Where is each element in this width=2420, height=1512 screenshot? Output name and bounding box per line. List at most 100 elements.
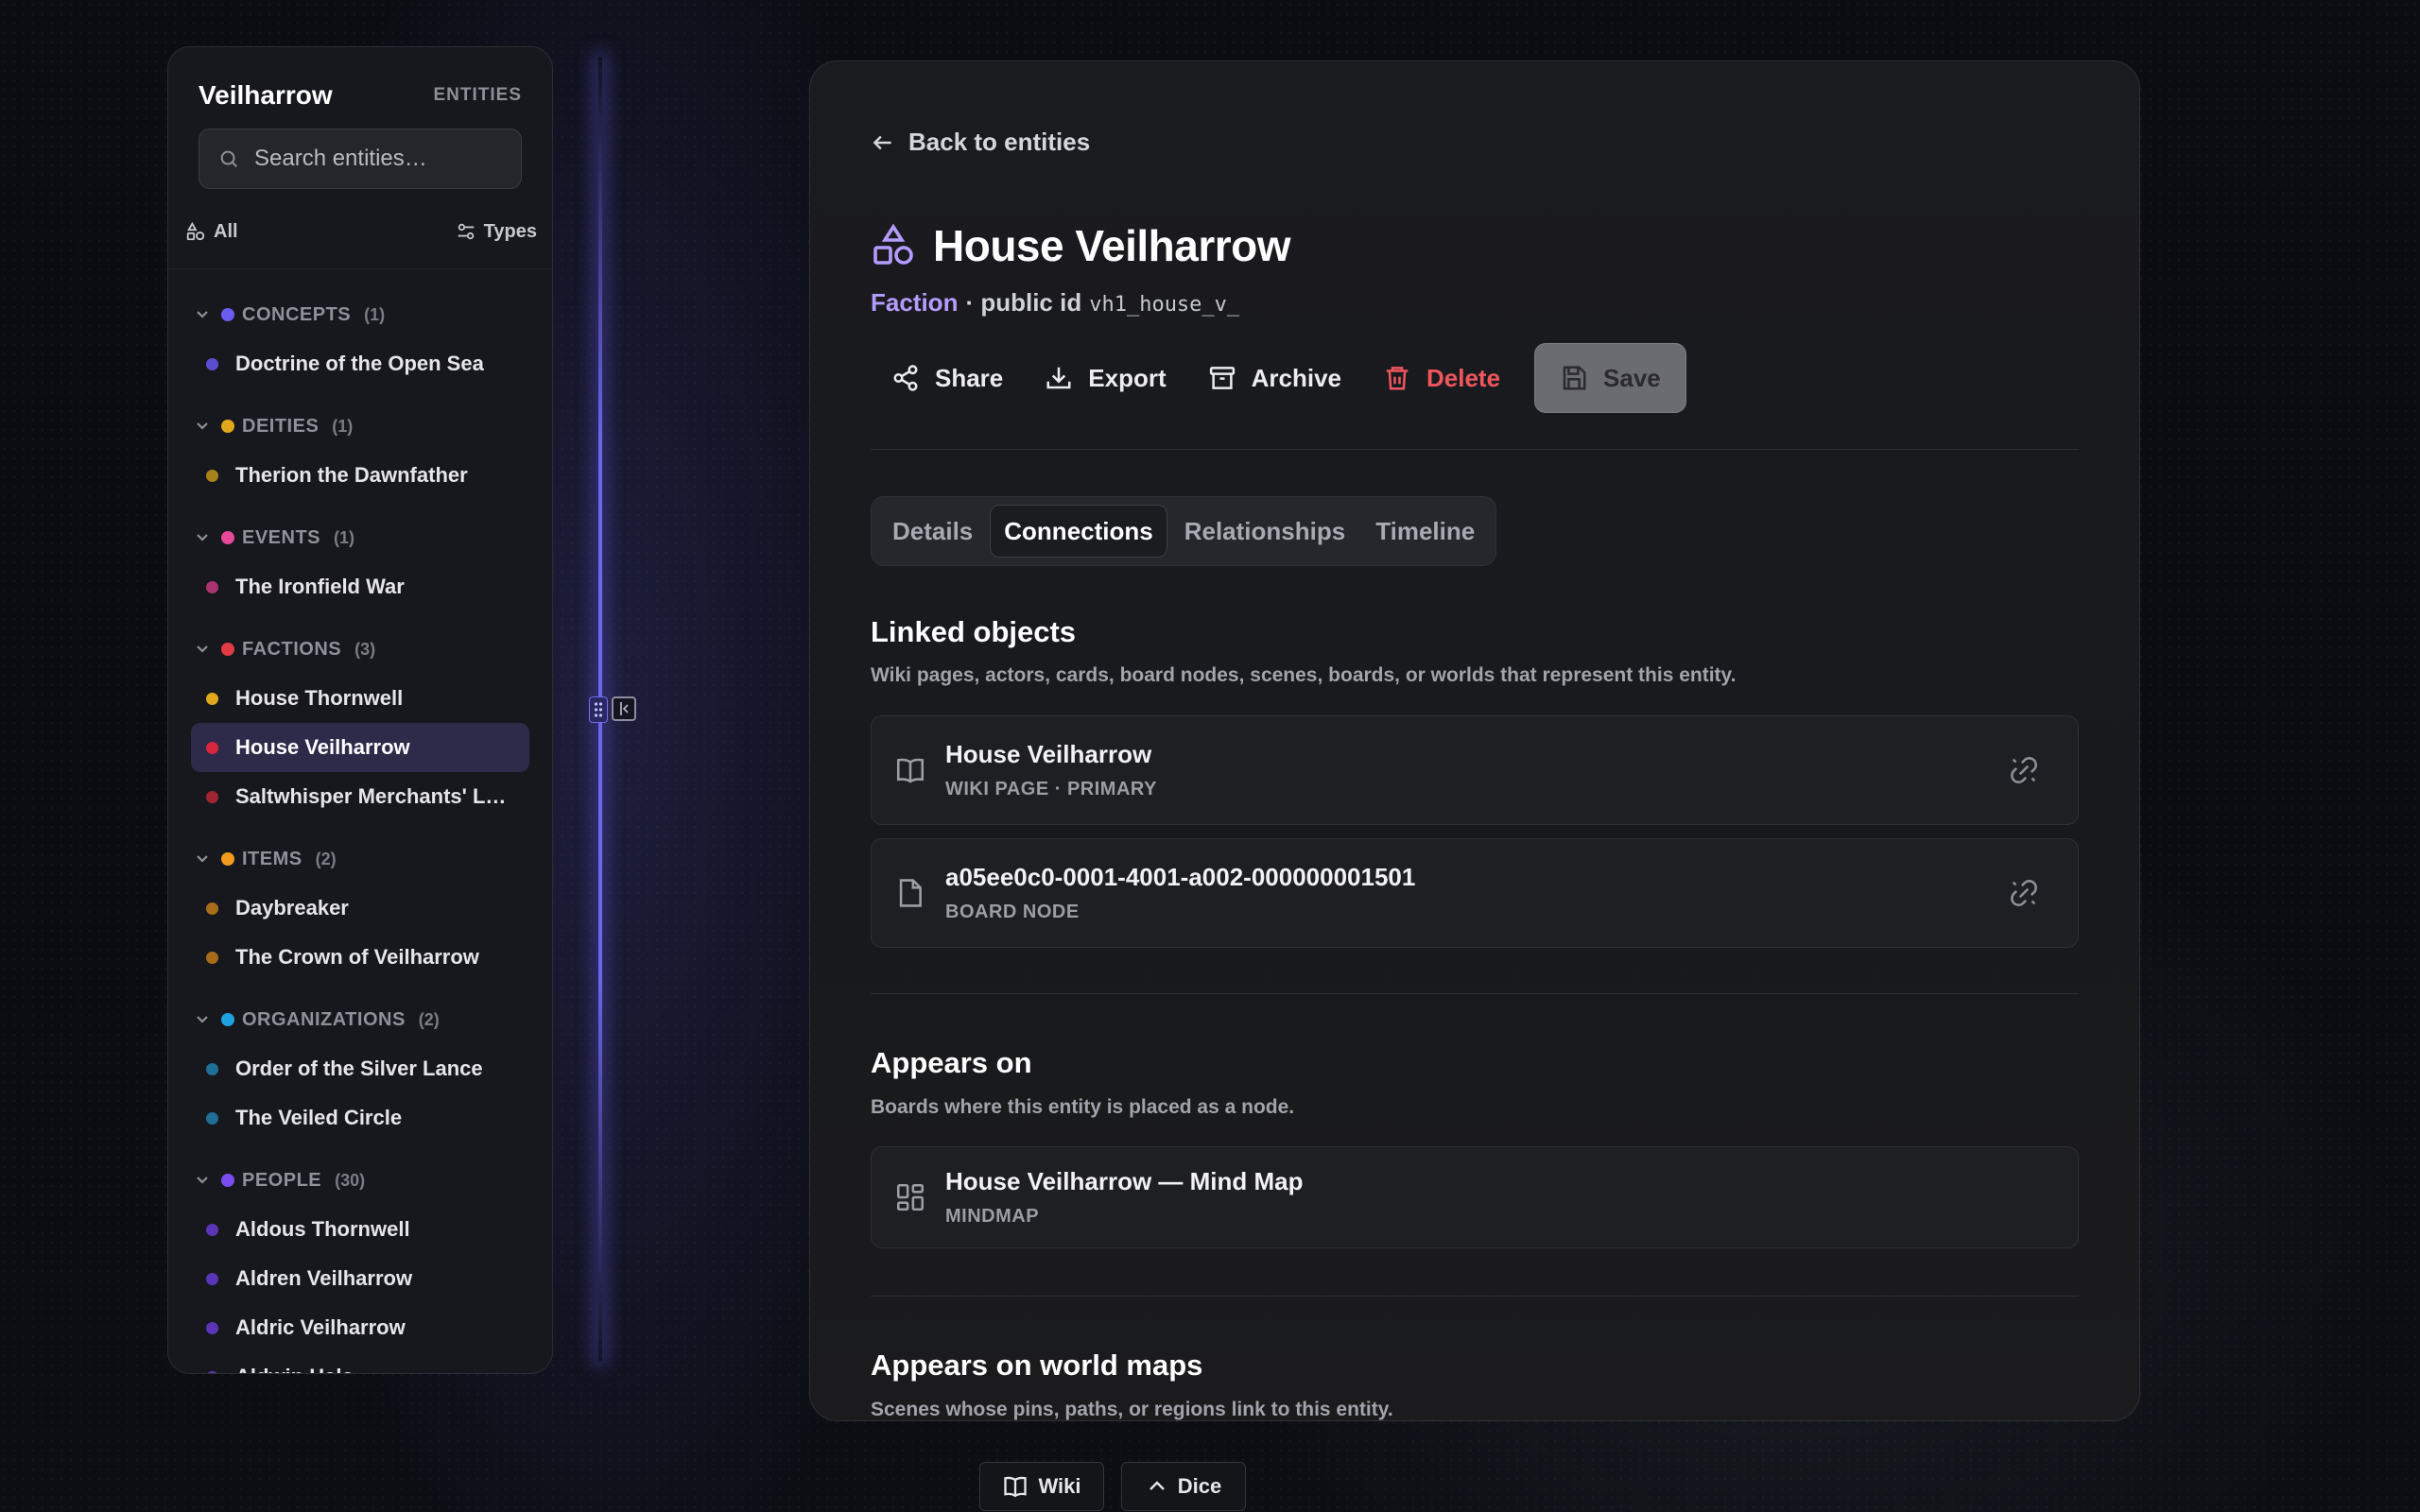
group-deities[interactable]: DEITIES (1) — [168, 402, 552, 451]
share-button[interactable]: Share — [871, 343, 1024, 413]
entity-meta: Faction · public id vh1_house_v_ — [871, 288, 1239, 318]
entity-tabs: Details Connections Relationships Timeli… — [871, 496, 1497, 566]
unlink-icon[interactable] — [2008, 754, 2040, 786]
delete-button[interactable]: Delete — [1362, 343, 1521, 413]
back-to-entities-link[interactable]: Back to entities — [871, 128, 1090, 157]
sidebar-item-label: The Veiled Circle — [235, 1106, 403, 1129]
dice-dock-button[interactable]: Dice — [1121, 1462, 1246, 1511]
group-organizations[interactable]: ORGANIZATIONS (2) — [168, 995, 552, 1044]
grip-dots-icon[interactable] — [589, 696, 608, 723]
entity-type-label[interactable]: Faction — [871, 288, 958, 318]
book-icon — [896, 758, 925, 783]
sidebar-item-order-of-the-silver-lance[interactable]: Order of the Silver Lance — [191, 1044, 529, 1093]
entity-sidebar: Veilharrow ENTITIES All Types CONCEPTS (… — [167, 46, 553, 1374]
action-toolbar: Share Export Archive Delete Save — [871, 343, 1686, 413]
arrow-left-icon — [873, 135, 891, 149]
book-open-icon — [1004, 1476, 1028, 1498]
group-people[interactable]: PEOPLE (30) — [168, 1156, 552, 1205]
sidebar-item-daybreaker[interactable]: Daybreaker — [191, 884, 529, 933]
sidebar-item-label: The Ironfield War — [235, 575, 405, 598]
export-button[interactable]: Export — [1024, 343, 1186, 413]
sidebar-item-aldwin-hale[interactable]: Aldwin Hale — [191, 1352, 529, 1373]
group-color-dot — [221, 308, 234, 321]
sidebar-item-saltwhisper-merchants-league[interactable]: Saltwhisper Merchants' League — [191, 772, 529, 821]
page-title: House Veilharrow — [933, 221, 1291, 270]
sidebar-item-aldous-thornwell[interactable]: Aldous Thornwell — [191, 1205, 529, 1254]
chevron-down-icon — [197, 1016, 208, 1023]
group-color-dot — [221, 1013, 234, 1026]
entity-color-dot — [206, 1272, 218, 1285]
sidebar-item-house-thornwell[interactable]: House Thornwell — [191, 674, 529, 723]
group-items[interactable]: ITEMS (2) — [168, 834, 552, 884]
sidebar-item-aldren-veilharrow[interactable]: Aldren Veilharrow — [191, 1254, 529, 1303]
sidebar-item-label: The Crown of Veilharrow — [235, 945, 479, 969]
search-icon — [220, 150, 237, 167]
sidebar-item-label: Aldren Veilharrow — [235, 1266, 413, 1290]
tab-timeline[interactable]: Timeline — [1362, 505, 1488, 558]
tab-details[interactable]: Details — [879, 505, 986, 558]
world-maps-description: Scenes whose pins, paths, or regions lin… — [871, 1399, 1393, 1420]
sidebar-item-the-veiled-circle[interactable]: The Veiled Circle — [191, 1093, 529, 1143]
sidebar-item-the-crown-of-veilharrow[interactable]: The Crown of Veilharrow — [191, 933, 529, 982]
board-grid-icon — [896, 1183, 925, 1211]
entity-tree: CONCEPTS (1) Doctrine of the Open Sea DE… — [168, 269, 552, 1373]
collapse-sidebar-icon[interactable] — [612, 696, 636, 721]
sidebar-item-the-ironfield-war[interactable]: The Ironfield War — [191, 562, 529, 611]
group-color-dot — [221, 531, 234, 544]
sidebar-item-label: Aldwin Hale — [235, 1365, 354, 1373]
entity-color-dot — [206, 692, 218, 705]
search-box[interactable] — [199, 129, 522, 189]
board-card[interactable]: House Veilharrow — Mind Map MINDMAP — [871, 1146, 2079, 1248]
chevron-down-icon — [197, 534, 208, 541]
sidebar-item-label: Daybreaker — [235, 896, 349, 919]
filter-all-button[interactable]: All — [185, 217, 238, 246]
filter-types-button[interactable]: Types — [456, 217, 537, 246]
save-button[interactable]: Save — [1534, 343, 1686, 413]
entity-header: House Veilharrow — [871, 220, 1291, 271]
group-color-dot — [221, 420, 234, 433]
linked-object-card[interactable]: a05ee0c0-0001-4001-a002-000000001501 BOA… — [871, 838, 2079, 948]
sidebar-item-therion-the-dawnfather[interactable]: Therion the Dawnfather — [191, 451, 529, 500]
entity-color-dot — [206, 1370, 218, 1373]
tab-connections[interactable]: Connections — [990, 505, 1167, 558]
shapes-icon — [186, 221, 205, 241]
world-maps-title: Appears on world maps — [871, 1349, 1203, 1382]
section-divider — [871, 993, 2079, 994]
linked-object-title: House Veilharrow — [945, 740, 1152, 768]
splitter-handle[interactable] — [589, 696, 636, 725]
section-divider — [871, 1296, 2079, 1297]
save-label: Save — [1603, 363, 1661, 392]
sidebar-item-aldric-veilharrow[interactable]: Aldric Veilharrow — [191, 1303, 529, 1352]
entity-color-dot — [206, 1321, 218, 1334]
entity-detail-panel: Back to entities House Veilharrow Factio… — [809, 60, 2140, 1421]
group-concepts[interactable]: CONCEPTS (1) — [168, 290, 552, 339]
group-count: (1) — [332, 416, 354, 436]
sidebar-item-doctrine-of-the-open-sea[interactable]: Doctrine of the Open Sea — [191, 339, 529, 388]
header-divider — [871, 449, 2079, 450]
group-events[interactable]: EVENTS (1) — [168, 513, 552, 562]
unlink-icon[interactable] — [2008, 877, 2040, 909]
search-input[interactable] — [254, 146, 510, 172]
entity-color-dot — [206, 1111, 218, 1125]
sidebar-title: Veilharrow — [199, 80, 333, 110]
wiki-label: Wiki — [1038, 1474, 1081, 1498]
entity-color-dot — [206, 469, 218, 482]
tab-relationships[interactable]: Relationships — [1171, 505, 1358, 558]
chevron-up-icon — [1149, 1481, 1165, 1490]
sidebar-item-house-veilharrow[interactable]: House Veilharrow — [191, 723, 529, 772]
group-color-dot — [221, 852, 234, 866]
group-color-dot — [221, 643, 234, 656]
group-factions[interactable]: FACTIONS (3) — [168, 625, 552, 674]
sidebar-item-label: Doctrine of the Open Sea — [235, 352, 484, 375]
linked-object-type: BOARD NODE — [945, 902, 1080, 922]
sidebar-item-label: Aldric Veilharrow — [235, 1315, 406, 1339]
export-label: Export — [1088, 363, 1167, 392]
wiki-dock-button[interactable]: Wiki — [979, 1462, 1104, 1511]
entity-color-dot — [206, 902, 218, 915]
archive-button[interactable]: Archive — [1187, 343, 1362, 413]
entity-color-dot — [206, 741, 218, 754]
linked-objects-description: Wiki pages, actors, cards, board nodes, … — [871, 664, 1737, 686]
shapes-icon — [873, 223, 913, 265]
linked-object-card[interactable]: House Veilharrow WIKI PAGE · PRIMARY — [871, 715, 2079, 825]
group-name: EVENTS — [242, 526, 321, 548]
